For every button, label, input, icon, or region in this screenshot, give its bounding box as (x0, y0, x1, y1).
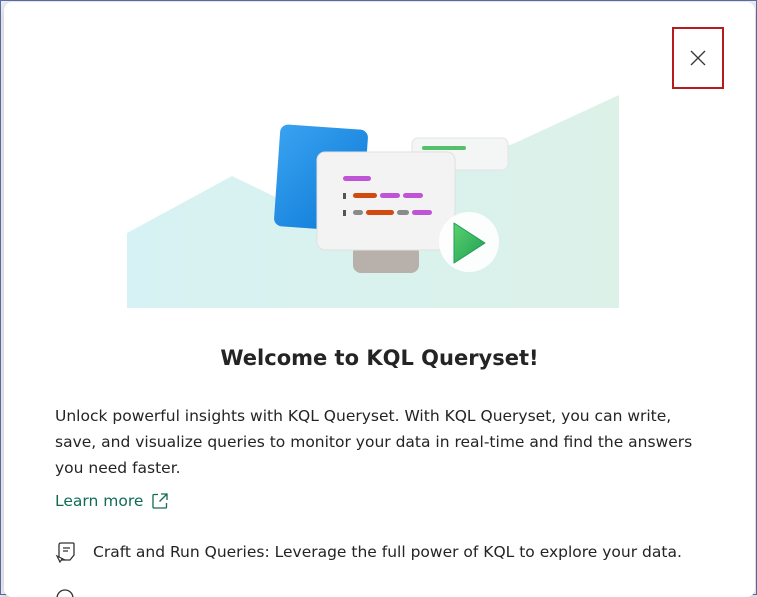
feature-text: Craft and Run Queries: Leverage the full… (93, 543, 682, 561)
learn-more-label: Learn more (55, 492, 144, 510)
welcome-dialog: Welcome to KQL Queryset! Unlock powerful… (4, 2, 755, 597)
feature-icon-partial (56, 589, 74, 597)
query-document-icon (55, 542, 75, 564)
dialog-description: Unlock powerful insights with KQL Querys… (55, 407, 693, 477)
close-button[interactable] (672, 27, 724, 89)
dialog-title: Welcome to KQL Queryset! (220, 346, 539, 370)
feature-item: Craft and Run Queries: Leverage the full… (55, 540, 735, 564)
kql-queryset-illustration (127, 95, 619, 308)
close-icon (690, 50, 706, 66)
learn-more-link[interactable]: Learn more (55, 492, 169, 510)
external-link-icon (152, 493, 169, 509)
